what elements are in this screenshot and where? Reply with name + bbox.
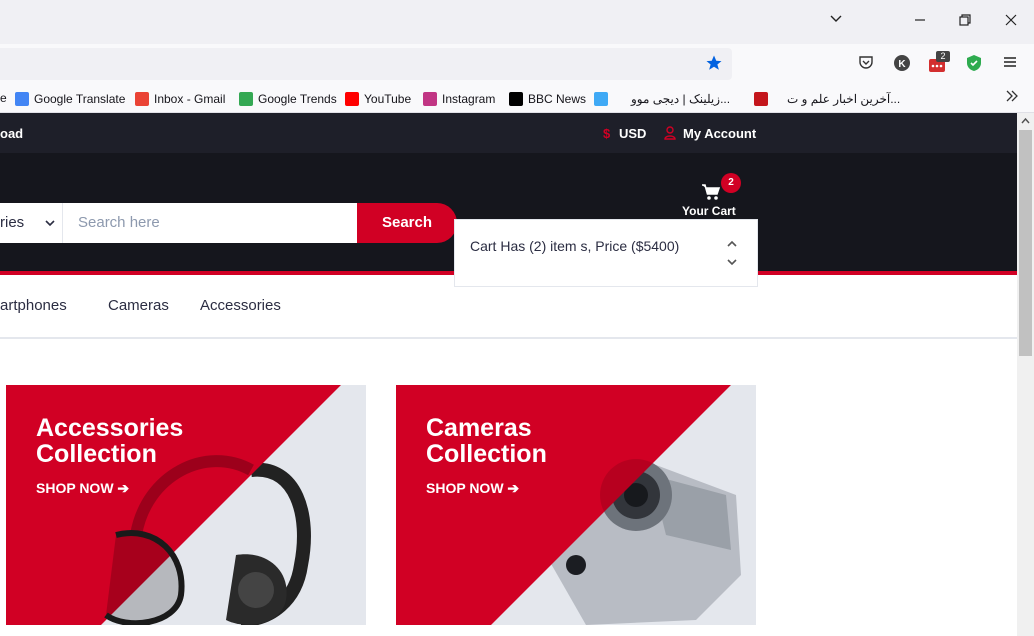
collection-card-cameras[interactable]: Cameras Collection SHOP NOW ➔ [396, 385, 756, 625]
user-icon [664, 126, 676, 140]
bookmark-cutoff: e [0, 91, 7, 105]
scroll-up-arrow-icon[interactable] [1019, 114, 1032, 128]
url-bar[interactable] [0, 48, 732, 80]
bookmark-science-news[interactable]: آخرین اخبار علم و ت... [754, 91, 900, 107]
menu-icon[interactable] [1000, 54, 1020, 74]
category-select-label: ries [0, 214, 25, 231]
more-bookmarks-icon[interactable] [1004, 88, 1022, 108]
search-placeholder: Search here [78, 214, 160, 231]
top-header-link[interactable]: oad [0, 126, 23, 141]
extension-badge: 2 [936, 51, 950, 62]
instagram-icon [423, 92, 437, 106]
chevron-down-icon [44, 216, 56, 228]
nav-item-accessories[interactable]: Accessories [200, 297, 281, 314]
list-all-tabs-icon[interactable] [826, 12, 846, 32]
link-icon [594, 92, 608, 106]
restore-icon[interactable] [955, 12, 975, 32]
bookmark-youtube[interactable]: YouTube [345, 91, 411, 107]
nav-item-smartphones[interactable]: artphones [0, 297, 67, 314]
collection-title: Accessories Collection [36, 414, 184, 468]
news-site-icon [754, 92, 768, 106]
cart-label[interactable]: Your Cart [682, 204, 736, 218]
bookmark-gmail[interactable]: Inbox - Gmail [135, 91, 225, 107]
shop-now-link[interactable]: SHOP NOW ➔ [426, 480, 519, 497]
scrollbar-thumb[interactable] [1019, 130, 1032, 356]
shop-now-link[interactable]: SHOP NOW ➔ [36, 480, 129, 497]
bookmark-star-icon[interactable] [704, 54, 724, 74]
arrow-circle-right-icon: ➔ [507, 480, 520, 496]
shield-icon[interactable] [964, 54, 984, 74]
dollar-icon: $ [603, 126, 611, 141]
bookmark-bbc-news[interactable]: BBC News [509, 91, 586, 107]
bookmark-google-trends[interactable]: Google Trends [239, 91, 337, 107]
nav-item-cameras[interactable]: Cameras [108, 297, 169, 314]
collection-card-accessories[interactable]: Accessories Collection SHOP NOW ➔ [6, 385, 366, 625]
bookmark-google-translate[interactable]: Google Translate [15, 91, 125, 107]
bbc-icon [509, 92, 523, 106]
shopping-cart-icon[interactable] [701, 183, 721, 201]
arrow-circle-right-icon: ➔ [117, 480, 130, 496]
top-header [0, 113, 1017, 153]
bookmark-instagram[interactable]: Instagram [423, 91, 495, 107]
close-window-icon[interactable] [1001, 12, 1021, 32]
cart-summary-text: Cart Has (2) item s, Price ($5400) [470, 238, 680, 254]
bookmark-zilink[interactable]: زیلینک | دیجی موو... [594, 91, 730, 107]
search-button[interactable]: Search [357, 203, 457, 243]
browser-titlebar [0, 0, 1034, 44]
google-trends-icon [239, 92, 253, 106]
google-translate-icon [15, 92, 29, 106]
svg-text:K: K [898, 59, 906, 70]
pocket-icon[interactable] [856, 54, 876, 74]
currency-selector[interactable]: USD [619, 126, 646, 141]
account-k-icon[interactable]: K [892, 54, 912, 74]
gmail-icon [135, 92, 149, 106]
collection-title: Cameras Collection [426, 414, 547, 468]
cart-count-badge: 2 [721, 173, 741, 193]
minimize-icon[interactable] [910, 12, 930, 32]
youtube-icon [345, 92, 359, 106]
dropdown-scroll-arrows[interactable] [724, 236, 740, 270]
my-account-link[interactable]: My Account [683, 126, 756, 141]
